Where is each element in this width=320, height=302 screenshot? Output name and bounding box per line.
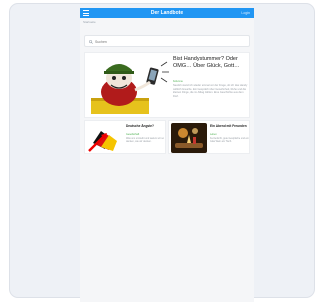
featured-article-category: Kolumne — [173, 80, 183, 83]
article-card[interactable]: Ein Abend mit Freunden Leben Kerzenlicht… — [168, 120, 250, 154]
article-excerpt: Kerzenlicht, gute Gespräche und ein Glas… — [210, 137, 249, 144]
article-thumbnail — [87, 123, 123, 153]
article-card[interactable]: Deutsche Ängste? Gesellschaft Was uns um… — [84, 120, 166, 154]
login-link[interactable]: Login — [241, 9, 250, 17]
featured-article-title[interactable]: Bist Handystummer? Oder OMG… Über Glück,… — [173, 56, 249, 69]
article-title[interactable]: Deutsche Ängste? — [126, 124, 166, 128]
search-icon — [89, 39, 93, 44]
search-input[interactable] — [95, 38, 245, 45]
article-category: Gesellschaft — [126, 133, 140, 136]
article-excerpt: Was uns umtreibt und warum wir so denken… — [126, 137, 164, 144]
app-header: Der Landbote Login — [80, 8, 254, 18]
featured-article-excerpt: Neulich stand ich wieder einmal vor der … — [173, 84, 248, 98]
featured-article-illustration — [87, 56, 171, 116]
breadcrumb[interactable]: Startseite — [83, 20, 96, 24]
article-category: Leben — [210, 133, 217, 136]
article-title[interactable]: Ein Abend mit Freunden — [210, 124, 250, 128]
search-bar[interactable] — [84, 35, 250, 47]
featured-article-card[interactable]: Bist Handystummer? Oder OMG… Über Glück,… — [84, 52, 250, 118]
app-title: Der Landbote — [150, 10, 184, 16]
mobile-viewport: Der Landbote Login Startseite Suchen Bis… — [80, 8, 254, 302]
article-thumbnail — [171, 123, 207, 153]
